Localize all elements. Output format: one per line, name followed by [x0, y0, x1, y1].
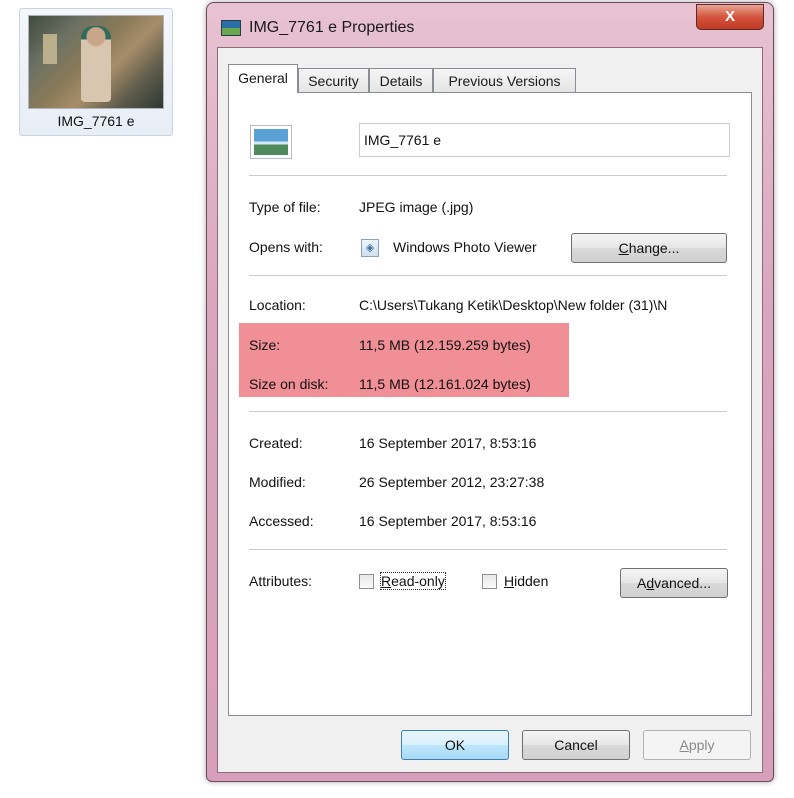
cancel-button[interactable]: Cancel	[522, 730, 630, 760]
close-icon: X	[724, 8, 735, 25]
readonly-checkbox[interactable]	[359, 574, 374, 589]
file-name-field[interactable]: IMG_7761 e	[359, 123, 730, 157]
general-tab-panel: IMG_7761 e Type of file: JPEG image (.jp…	[228, 92, 752, 716]
tab-details[interactable]: Details	[369, 68, 433, 92]
close-button[interactable]: X	[696, 4, 764, 30]
location-value: C:\Users\Tukang Ketik\Desktop\New folder…	[359, 297, 668, 313]
tab-security[interactable]: Security	[298, 68, 369, 92]
divider	[249, 275, 727, 276]
dialog-client: General Security Details Previous Versio…	[217, 47, 763, 773]
size-on-disk-value: 11,5 MB (12.161.024 bytes)	[359, 376, 531, 392]
modified-value: 26 September 2012, 23:27:38	[359, 474, 545, 490]
divider	[249, 175, 727, 176]
accessed-label: Accessed:	[249, 513, 314, 529]
tab-general[interactable]: General	[228, 64, 298, 93]
image-thumbnail	[28, 15, 164, 109]
divider	[249, 411, 727, 412]
created-label: Created:	[249, 435, 303, 451]
hidden-label[interactable]: Hidden	[504, 573, 548, 589]
window-app-icon	[221, 20, 241, 36]
ok-button[interactable]: OK	[401, 730, 509, 760]
hidden-checkbox[interactable]	[482, 574, 497, 589]
size-label: Size:	[249, 337, 281, 353]
size-on-disk-label: Size on disk:	[249, 376, 329, 392]
readonly-label[interactable]: Read-only	[380, 572, 446, 590]
image-file-icon	[250, 125, 292, 159]
desktop-icon-label: IMG_7761 e	[57, 113, 135, 129]
opens-with-label: Opens with:	[249, 239, 323, 255]
attributes-label: Attributes:	[249, 573, 313, 589]
tab-previous-versions[interactable]: Previous Versions	[433, 68, 576, 92]
advanced-button[interactable]: Advanced...	[620, 568, 728, 598]
modified-label: Modified:	[249, 474, 306, 490]
type-of-file-value: JPEG image (.jpg)	[359, 199, 474, 215]
change-button[interactable]: Change...	[571, 233, 727, 263]
window-title: IMG_7761 e Properties	[249, 19, 415, 36]
accessed-value: 16 September 2017, 8:53:16	[359, 513, 537, 529]
photo-viewer-icon: ◈	[361, 239, 379, 257]
opens-with-value: Windows Photo Viewer	[393, 239, 537, 255]
desktop-file-icon[interactable]: IMG_7761 e	[19, 8, 173, 136]
divider	[249, 549, 727, 550]
properties-window: IMG_7761 e Properties X General Security…	[206, 2, 774, 782]
type-of-file-label: Type of file:	[249, 199, 321, 215]
title-bar[interactable]: IMG_7761 e Properties X	[207, 3, 773, 47]
apply-button[interactable]: Apply	[643, 730, 751, 760]
location-label: Location:	[249, 297, 306, 313]
size-value: 11,5 MB (12.159.259 bytes)	[359, 337, 531, 353]
created-value: 16 September 2017, 8:53:16	[359, 435, 537, 451]
